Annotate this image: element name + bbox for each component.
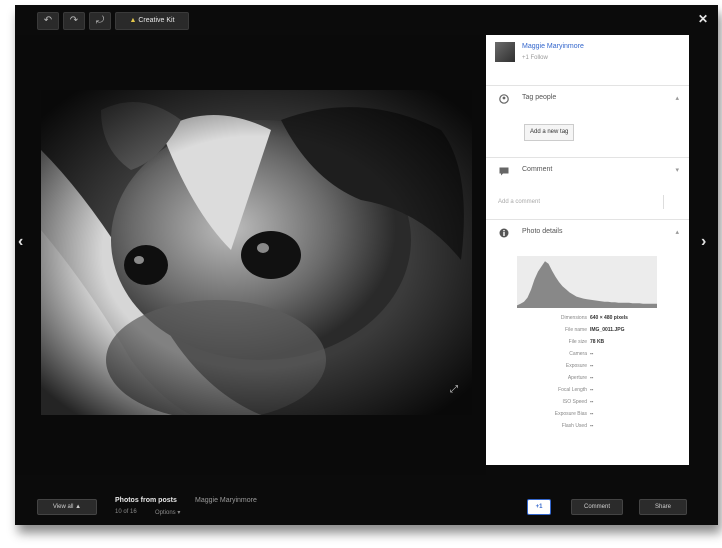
owner-name[interactable]: Maggie Maryinmore [522,43,584,50]
tag-icon [499,94,509,104]
comment-button[interactable]: Comment [571,499,623,515]
detail-value: 640 × 480 pixels [590,315,628,321]
plus-one-button[interactable]: +1 [527,499,551,515]
rotate-icon: ⤾ [95,15,105,26]
undo-button[interactable]: ↶ [37,12,59,30]
detail-value: -- [590,399,594,405]
comments-section: Comment ▾ Add a comment [486,157,689,218]
detail-value: -- [590,423,594,429]
detail-key: Dimensions [560,315,587,321]
histogram [517,256,657,308]
comment-icon [499,167,509,176]
creative-kit-label: Creative Kit [138,17,175,24]
options-link[interactable]: Options ▾ [155,509,180,516]
detail-key: Camera [569,351,587,357]
rotate-button[interactable]: ⤾ [89,12,111,30]
top-toolbar: ↶ ↷ ⤾ ▲ Creative Kit ✕ [15,5,718,35]
info-panel: Maggie Maryinmore +1 Follow Tag people ▴… [486,35,689,465]
photo-image: ⤢ [41,90,472,415]
detail-value: IMG_0011.JPG [590,327,625,333]
info-icon [499,228,509,238]
next-photo-arrow[interactable]: › [701,233,706,251]
detail-value: -- [590,363,594,369]
detail-key: Exposure Bias [554,411,587,417]
tag-people-section: Tag people ▴ Add a new tag [486,85,689,158]
undo-icon: ↶ [43,15,53,26]
comment-input[interactable]: Add a comment [498,195,664,209]
chevron-down-icon[interactable]: ▾ [675,166,679,174]
chevron-up-icon[interactable]: ▴ [675,94,679,102]
previous-photo-arrow[interactable]: ‹ [18,233,23,251]
comments-title: Comment [522,166,553,173]
photo-details-title: Photo details [522,228,563,235]
detail-key: Aperture [567,375,587,381]
creative-kit-button[interactable]: ▲ Creative Kit [115,12,189,30]
detail-key: File name [565,327,587,333]
detail-value: -- [590,387,594,393]
add-tag-button[interactable]: Add a new tag [524,124,575,141]
photo-counter: 10 of 16 [115,509,137,515]
photo-lightbox: ↶ ↷ ⤾ ▲ Creative Kit ✕ ⤢ ‹ › Maggie Mary… [15,5,718,525]
detail-key: ISO Speed [562,399,587,405]
owner-meta[interactable]: +1 Follow [522,55,548,61]
bottom-bar: View all ▲ Photos from posts Maggie Mary… [15,481,718,525]
detail-key: File size [568,339,587,345]
photo-viewer: ⤢ [15,35,486,475]
detail-value: -- [590,411,594,417]
photo-details-section: Photo details ▴ Dimensions 640 × 480 pixe… [486,219,689,466]
detail-key: Focal Length [558,387,587,393]
close-icon[interactable]: ✕ [698,12,708,26]
detail-value: 78 KB [590,339,605,345]
detail-value: -- [590,351,594,357]
redo-icon: ↷ [69,15,79,26]
share-button[interactable]: Share [639,499,687,515]
creative-kit-icon: ▲ [129,17,137,24]
dog-photo [41,90,472,415]
album-owner[interactable]: Maggie Maryinmore [195,497,257,504]
detail-key: Flash Used [561,423,587,429]
detail-value: -- [590,375,594,381]
owner-avatar[interactable] [495,42,515,62]
chevron-up-icon[interactable]: ▴ [675,228,679,236]
details-list: Dimensions 640 × 480 pixels File name IMG_0… [486,314,689,464]
album-title[interactable]: Photos from posts [115,497,177,504]
tag-people-title: Tag people [522,94,557,101]
view-all-button[interactable]: View all ▲ [37,499,97,515]
detail-key: Exposure [565,363,587,369]
expand-icon[interactable]: ⤢ [450,384,458,395]
redo-button[interactable]: ↷ [63,12,85,30]
